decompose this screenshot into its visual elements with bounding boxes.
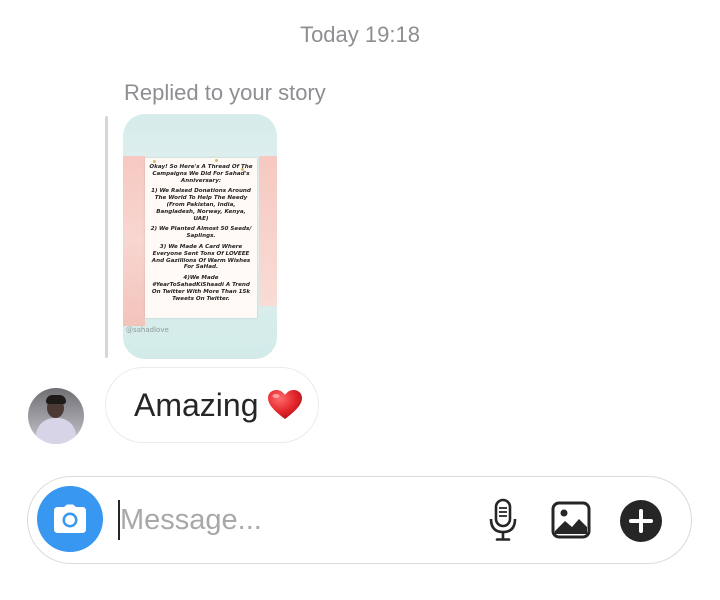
story-text-line: 1) We Raised Donations Around The World … bbox=[151, 188, 251, 222]
message-input[interactable] bbox=[120, 495, 460, 545]
voice-message-button[interactable] bbox=[483, 497, 523, 543]
story-text-line: 2) We Planted Almost 50 Seeds/ Saplings. bbox=[150, 226, 252, 240]
reply-indicator-bar bbox=[105, 116, 108, 358]
message-composer bbox=[27, 476, 692, 564]
more-options-button[interactable] bbox=[619, 499, 663, 543]
image-icon bbox=[551, 501, 591, 539]
microphone-icon bbox=[489, 498, 517, 541]
story-text-line: Okay! So Here's A Thread Of The Campaign… bbox=[149, 164, 253, 184]
story-reply-label: Replied to your story bbox=[124, 80, 326, 105]
gallery-button[interactable] bbox=[549, 499, 593, 541]
message-timestamp: Today 19:18 bbox=[300, 22, 420, 47]
story-decor-stripe bbox=[259, 156, 277, 306]
message-text: Amazing bbox=[134, 386, 259, 423]
story-text-line: 4)We Made #YearToSahadKiShaadi A Trend O… bbox=[151, 275, 251, 302]
story-text-line: 3) We Made A Card Where Everyone Sent To… bbox=[151, 243, 251, 271]
story-watermark: @sahadlove bbox=[126, 326, 169, 334]
plus-circle-icon bbox=[620, 500, 662, 542]
story-thumbnail[interactable]: Okay! So Here's A Thread Of The Campaign… bbox=[123, 114, 277, 359]
red-heart-icon bbox=[267, 390, 302, 419]
sender-avatar[interactable] bbox=[28, 388, 84, 444]
message-bubble[interactable]: Amazing bbox=[105, 367, 319, 443]
direct-message-thread: Today 19:18 Replied to your story Okay! … bbox=[0, 0, 720, 600]
story-text-card: Okay! So Here's A Thread Of The Campaign… bbox=[145, 158, 257, 318]
camera-icon bbox=[54, 504, 86, 533]
story-decor-stripe bbox=[123, 156, 145, 326]
camera-button[interactable] bbox=[37, 486, 103, 552]
